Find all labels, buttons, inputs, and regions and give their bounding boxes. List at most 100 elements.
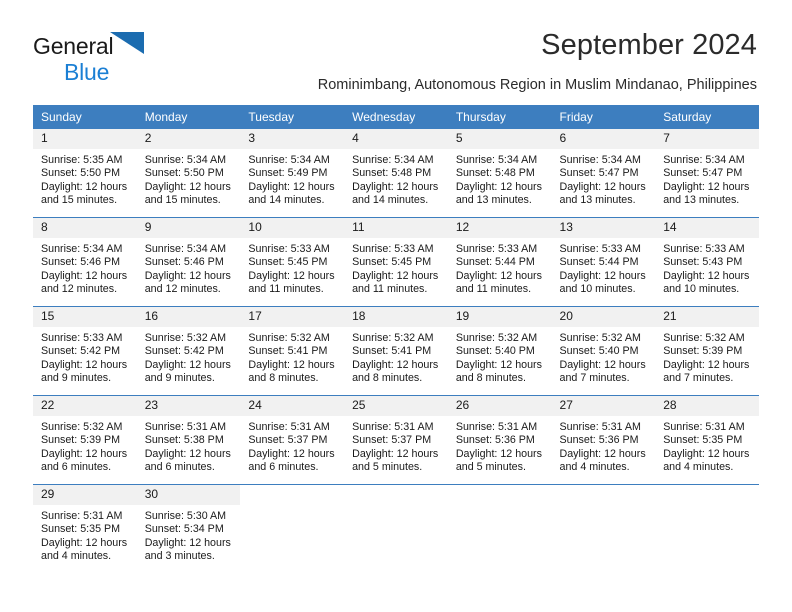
day-number: 17 — [240, 307, 345, 327]
weekday-header-thursday: Thursday — [447, 105, 552, 129]
calendar-day-cell[interactable]: 22 Sunrise: 5:32 AM Sunset: 5:39 PM Dayligh… — [33, 395, 137, 485]
sunset-text: Sunset: 5:40 PM — [455, 345, 535, 358]
sunset-text: Sunset: 5:36 PM — [559, 434, 639, 447]
calendar-day-cell[interactable]: 23 Sunrise: 5:31 AM Sunset: 5:38 PM Dayligh… — [136, 395, 241, 485]
day-details: Sunrise: 5:33 AM Sunset: 5:45 PM Daylight:… — [240, 238, 344, 297]
calendar-day-cell[interactable]: 3 Sunrise: 5:34 AM Sunset: 5:49 PM Daylight… — [240, 129, 345, 218]
sunset-text: Sunset: 5:35 PM — [663, 434, 743, 447]
calendar-day-cell[interactable]: 6 Sunrise: 5:34 AM Sunset: 5:47 PM Daylight… — [551, 129, 656, 218]
day-details: Sunrise: 5:34 AM Sunset: 5:47 PM Daylight:… — [552, 149, 656, 208]
calendar-day-cell[interactable]: 13 Sunrise: 5:33 AM Sunset: 5:44 PM Dayligh… — [551, 217, 656, 307]
calendar-day-cell[interactable]: 10 Sunrise: 5:33 AM Sunset: 5:45 PM Dayligh… — [240, 217, 345, 307]
calendar-day-cell[interactable]: 27 Sunrise: 5:31 AM Sunset: 5:36 PM Dayligh… — [551, 395, 656, 485]
brand-name-general: General — [33, 33, 114, 59]
calendar-body: 1 Sunrise: 5:35 AM Sunset: 5:50 PM Daylight… — [33, 129, 759, 573]
calendar-day-cell[interactable]: 16 Sunrise: 5:32 AM Sunset: 5:42 PM Dayligh… — [136, 306, 241, 396]
calendar-day-cell[interactable]: 28 Sunrise: 5:31 AM Sunset: 5:35 PM Dayligh… — [655, 395, 759, 485]
day-details: Sunrise: 5:33 AM Sunset: 5:44 PM Daylight:… — [448, 238, 552, 297]
calendar-day-cell[interactable]: 7 Sunrise: 5:34 AM Sunset: 5:47 PM Daylight… — [655, 129, 759, 218]
calendar-day-cell[interactable]: 21 Sunrise: 5:32 AM Sunset: 5:39 PM Dayligh… — [655, 306, 759, 396]
sunset-text: Sunset: 5:44 PM — [559, 256, 639, 269]
sunrise-text: Sunrise: 5:33 AM — [41, 332, 123, 344]
sunrise-text: Sunrise: 5:34 AM — [559, 154, 641, 166]
day-number: 10 — [240, 218, 345, 238]
sunrise-text: Sunrise: 5:32 AM — [352, 332, 434, 344]
calendar-day-cell[interactable]: 2 Sunrise: 5:34 AM Sunset: 5:50 PM Daylight… — [136, 129, 241, 218]
sunrise-text: Sunrise: 5:32 AM — [455, 332, 538, 344]
sunset-text: Sunset: 5:48 PM — [455, 167, 535, 180]
calendar-day-cell[interactable]: 20 Sunrise: 5:32 AM Sunset: 5:40 PM Dayligh… — [551, 306, 656, 396]
calendar-day-cell[interactable]: 4 Sunrise: 5:34 AM Sunset: 5:48 PM Daylight… — [344, 129, 448, 218]
daylight-text: Daylight: 12 hours and 4 minutes. — [41, 536, 128, 563]
calendar-day-cell[interactable]: 17 Sunrise: 5:32 AM Sunset: 5:41 PM Dayligh… — [240, 306, 345, 396]
day-details: Sunrise: 5:33 AM Sunset: 5:43 PM Daylight:… — [655, 238, 759, 297]
sunset-text: Sunset: 5:38 PM — [144, 434, 224, 447]
sunset-text: Sunset: 5:45 PM — [248, 256, 328, 269]
calendar-day-cell[interactable]: 26 Sunrise: 5:31 AM Sunset: 5:36 PM Dayligh… — [447, 395, 552, 485]
day-number: 21 — [655, 307, 759, 327]
daylight-text: Daylight: 12 hours and 4 minutes. — [559, 447, 646, 474]
day-number: 6 — [551, 129, 656, 149]
day-number: 16 — [136, 307, 241, 327]
sunrise-text: Sunrise: 5:33 AM — [663, 243, 745, 255]
day-number: 23 — [136, 396, 241, 416]
sunset-text: Sunset: 5:36 PM — [455, 434, 535, 447]
calendar-day-cell[interactable]: 14 Sunrise: 5:33 AM Sunset: 5:43 PM Dayligh… — [655, 217, 759, 307]
sunset-text: Sunset: 5:46 PM — [41, 256, 121, 269]
calendar-day-cell[interactable]: 25 Sunrise: 5:31 AM Sunset: 5:37 PM Dayligh… — [344, 395, 448, 485]
daylight-text: Daylight: 12 hours and 8 minutes. — [455, 358, 542, 385]
sunrise-text: Sunrise: 5:31 AM — [144, 421, 227, 433]
calendar-day-cell[interactable]: 1 Sunrise: 5:35 AM Sunset: 5:50 PM Daylight… — [33, 129, 137, 218]
day-details: Sunrise: 5:31 AM Sunset: 5:36 PM Daylight:… — [448, 416, 552, 475]
day-number: 30 — [136, 485, 241, 505]
calendar-day-cell[interactable]: 19 Sunrise: 5:32 AM Sunset: 5:40 PM Dayligh… — [447, 306, 552, 396]
sunrise-text: Sunrise: 5:32 AM — [144, 332, 227, 344]
calendar-day-cell[interactable]: 11 Sunrise: 5:33 AM Sunset: 5:45 PM Dayligh… — [344, 217, 448, 307]
daylight-text: Daylight: 12 hours and 12 minutes. — [144, 269, 231, 296]
calendar-day-cell[interactable]: 15 Sunrise: 5:33 AM Sunset: 5:42 PM Dayligh… — [33, 306, 137, 396]
day-number: 29 — [33, 485, 137, 505]
daylight-text: Daylight: 12 hours and 13 minutes. — [559, 180, 646, 207]
daylight-text: Daylight: 12 hours and 12 minutes. — [41, 269, 128, 296]
daylight-text: Daylight: 12 hours and 4 minutes. — [663, 447, 750, 474]
sunrise-text: Sunrise: 5:31 AM — [559, 421, 641, 433]
sunset-text: Sunset: 5:47 PM — [663, 167, 743, 180]
sunset-text: Sunset: 5:42 PM — [41, 345, 121, 358]
calendar-day-cell[interactable]: 30 Sunrise: 5:30 AM Sunset: 5:34 PM Dayligh… — [136, 484, 241, 573]
day-details: Sunrise: 5:30 AM Sunset: 5:34 PM Daylight:… — [137, 505, 241, 564]
day-number: 7 — [655, 129, 759, 149]
calendar-week-row: 29 Sunrise: 5:31 AM Sunset: 5:35 PM Dayligh… — [33, 484, 759, 573]
calendar-day-cell[interactable]: 9 Sunrise: 5:34 AM Sunset: 5:46 PM Daylight… — [136, 217, 241, 307]
weekday-header-saturday: Saturday — [655, 105, 759, 129]
calendar-day-cell[interactable]: 5 Sunrise: 5:34 AM Sunset: 5:48 PM Daylight… — [447, 129, 552, 218]
triangle-logo-icon — [110, 30, 146, 60]
calendar-day-cell-empty — [551, 484, 656, 573]
daylight-text: Daylight: 12 hours and 10 minutes. — [663, 269, 750, 296]
calendar-day-cell[interactable]: 18 Sunrise: 5:32 AM Sunset: 5:41 PM Dayligh… — [344, 306, 448, 396]
calendar-day-cell[interactable]: 24 Sunrise: 5:31 AM Sunset: 5:37 PM Dayligh… — [240, 395, 345, 485]
day-details: Sunrise: 5:34 AM Sunset: 5:47 PM Daylight:… — [655, 149, 759, 208]
calendar-day-cell[interactable]: 8 Sunrise: 5:34 AM Sunset: 5:46 PM Daylight… — [33, 217, 137, 307]
sunrise-text: Sunrise: 5:31 AM — [248, 421, 330, 433]
day-details: Sunrise: 5:32 AM Sunset: 5:39 PM Daylight:… — [33, 416, 137, 475]
sunrise-text: Sunrise: 5:34 AM — [352, 154, 434, 166]
calendar-header-row: Sunday Monday Tuesday Wednesday Thursday Frid… — [33, 105, 759, 129]
sunset-text: Sunset: 5:35 PM — [41, 523, 121, 536]
day-details: Sunrise: 5:32 AM Sunset: 5:42 PM Daylight:… — [137, 327, 241, 386]
day-number: 15 — [33, 307, 137, 327]
day-details: Sunrise: 5:34 AM Sunset: 5:48 PM Daylight:… — [344, 149, 448, 208]
day-details: Sunrise: 5:31 AM Sunset: 5:37 PM Daylight:… — [240, 416, 344, 475]
day-details: Sunrise: 5:35 AM Sunset: 5:50 PM Daylight:… — [33, 149, 137, 208]
sunset-text: Sunset: 5:37 PM — [248, 434, 328, 447]
calendar-day-cell[interactable]: 29 Sunrise: 5:31 AM Sunset: 5:35 PM Dayligh… — [33, 484, 137, 573]
sunset-text: Sunset: 5:49 PM — [248, 167, 328, 180]
day-details: Sunrise: 5:31 AM Sunset: 5:35 PM Daylight:… — [655, 416, 759, 475]
daylight-text: Daylight: 12 hours and 11 minutes. — [455, 269, 542, 296]
sunrise-text: Sunrise: 5:34 AM — [663, 154, 745, 166]
day-details: Sunrise: 5:33 AM Sunset: 5:44 PM Daylight:… — [552, 238, 656, 297]
day-details: Sunrise: 5:34 AM Sunset: 5:48 PM Daylight:… — [448, 149, 552, 208]
calendar-page: General Blue September 2024 Rominimbang,… — [0, 0, 792, 612]
calendar-day-cell[interactable]: 12 Sunrise: 5:33 AM Sunset: 5:44 PM Dayligh… — [447, 217, 552, 307]
day-details: Sunrise: 5:32 AM Sunset: 5:40 PM Daylight:… — [552, 327, 656, 386]
sunset-text: Sunset: 5:45 PM — [352, 256, 432, 269]
